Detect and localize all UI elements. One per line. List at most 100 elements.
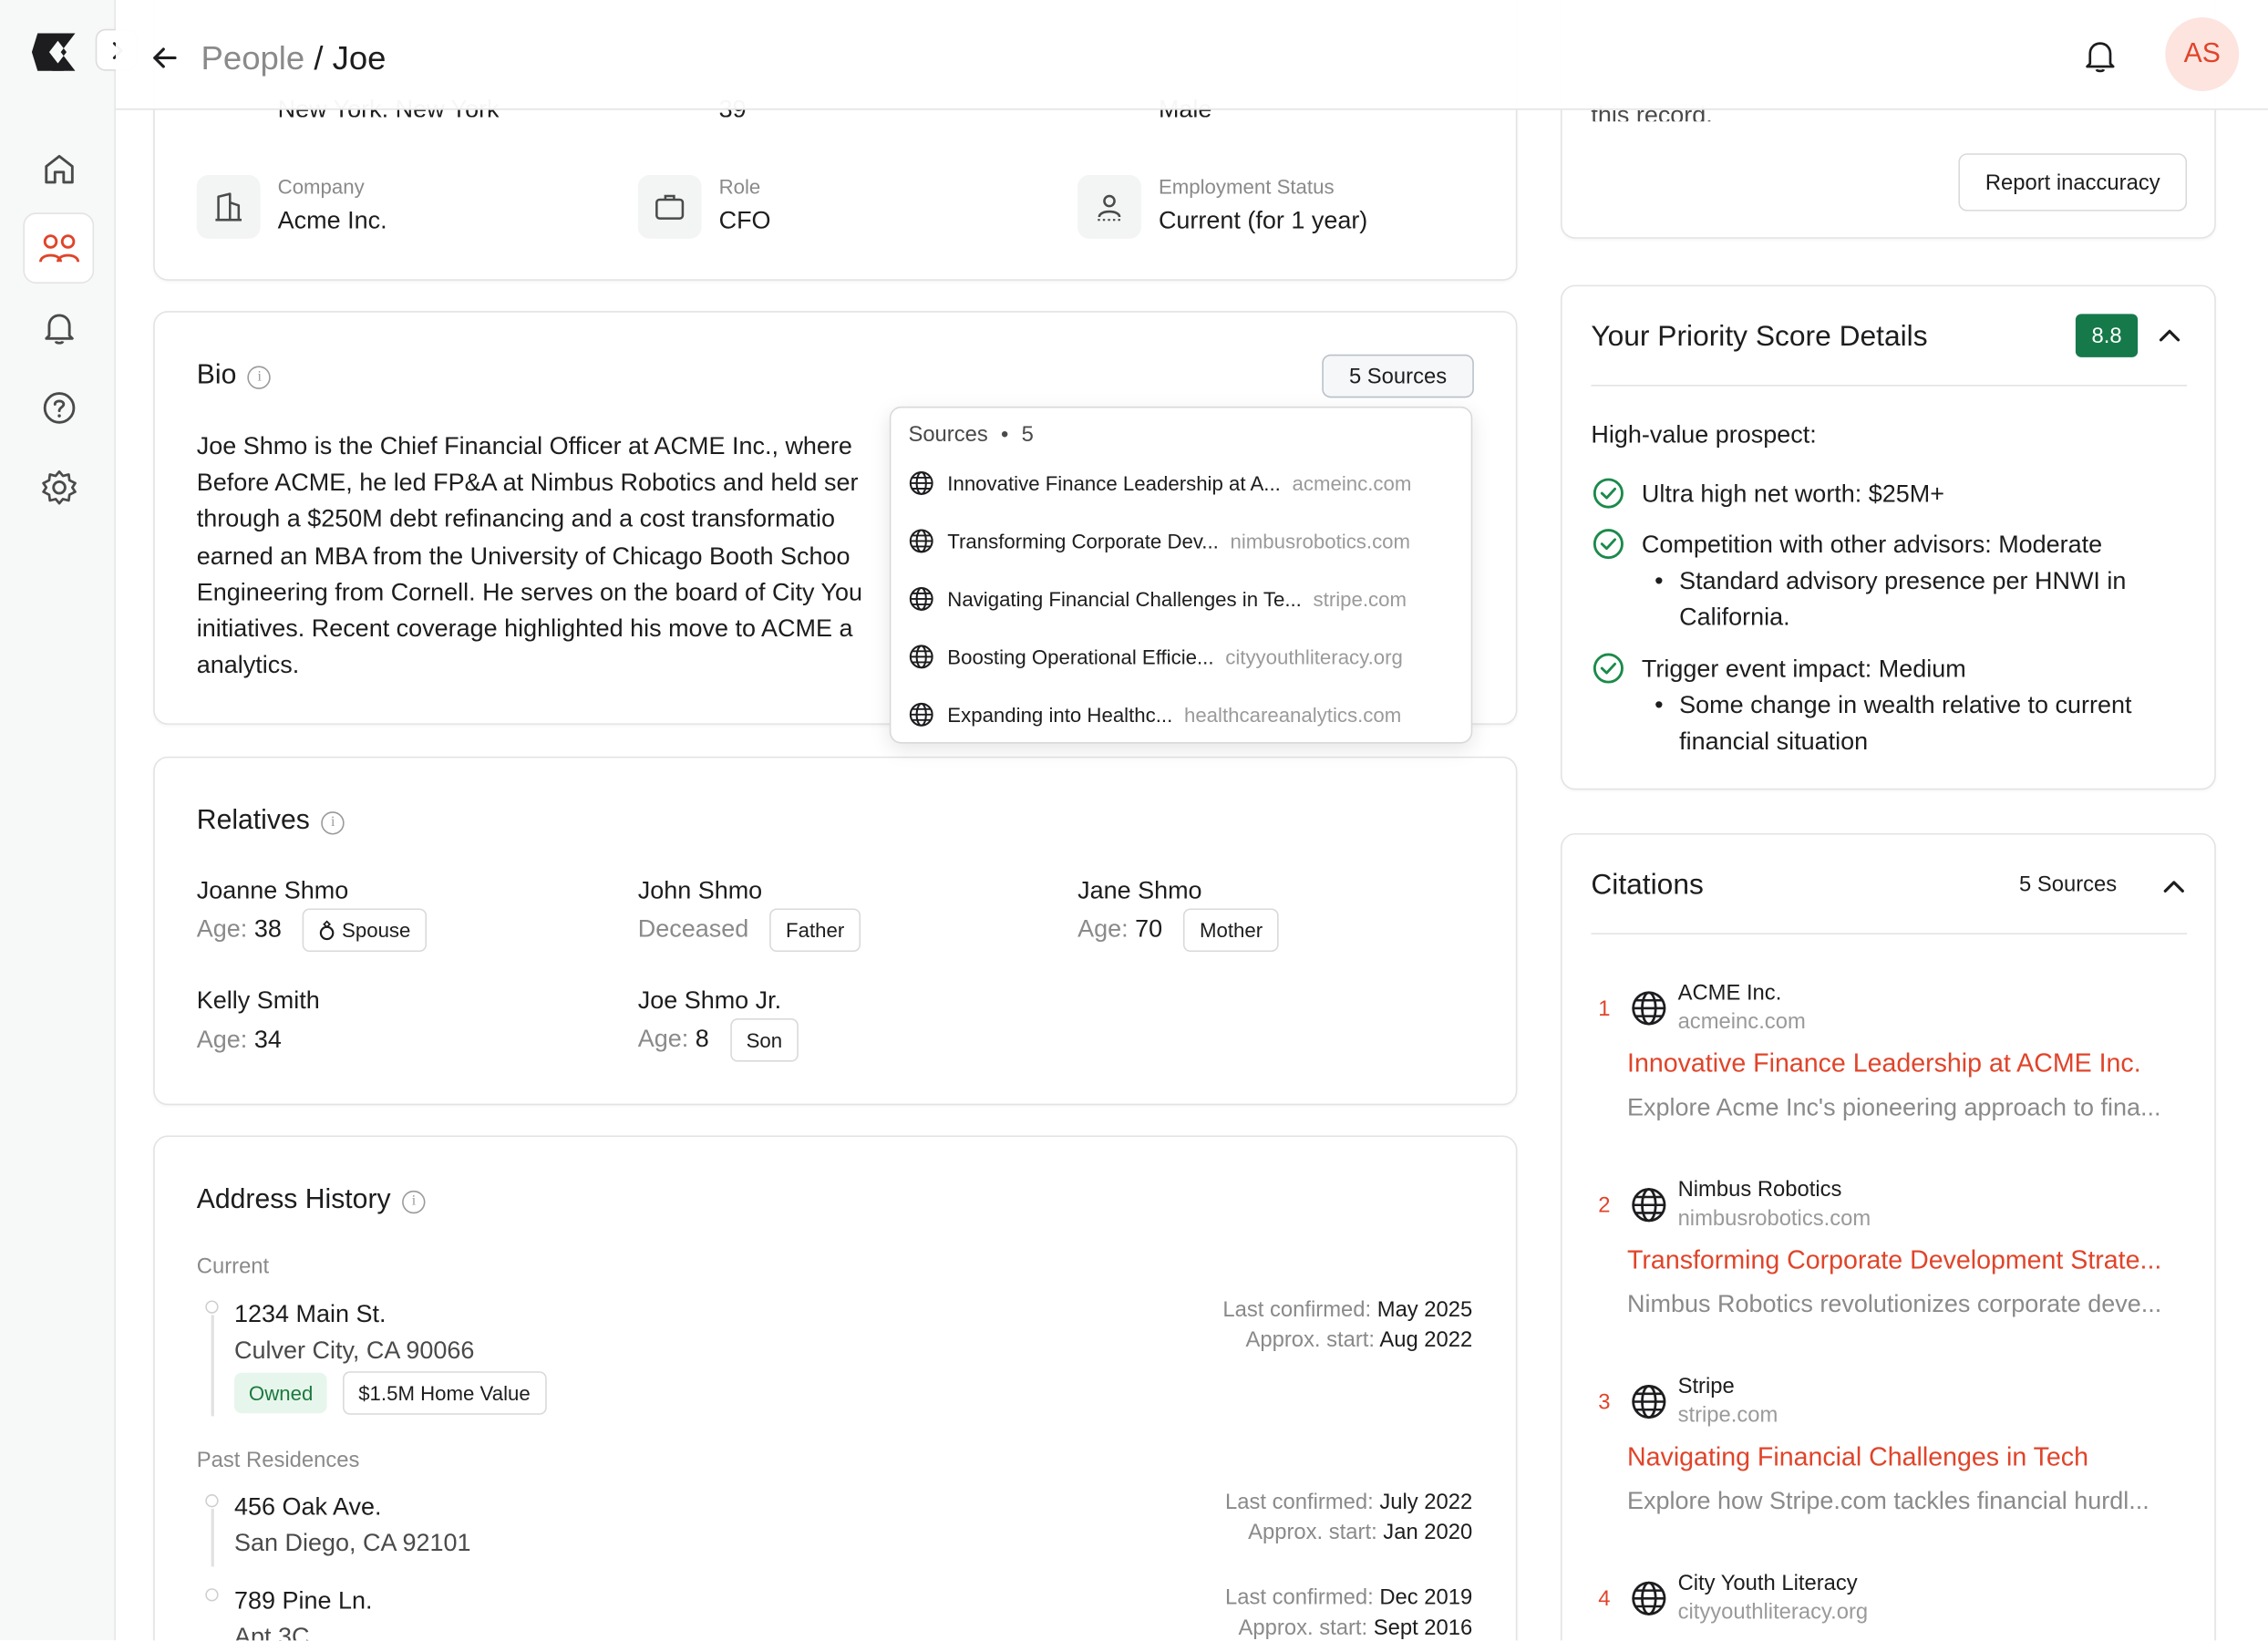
source-domain: cityyouthliteracy.org (1225, 645, 1403, 669)
globe-icon (1632, 1581, 1666, 1615)
info-icon[interactable]: i (402, 1190, 426, 1213)
citation-link[interactable]: Navigating Financial Challenges in Tech (1627, 1442, 2088, 1472)
breadcrumb-separator: / (304, 38, 333, 77)
source-title: Innovative Finance Leadership at A... (947, 471, 1281, 495)
source-item[interactable]: Boosting Operational Efficie... cityyouth… (908, 639, 1458, 674)
last-confirmed-value: May 2025 (1376, 1297, 1473, 1323)
priority-title: Your Priority Score Details (1591, 321, 1928, 354)
citation-link[interactable]: Innovative Finance Leadership at ACME In… (1627, 1048, 2141, 1079)
nav-help[interactable] (23, 372, 94, 443)
citation-number: 1 (1598, 996, 1611, 1022)
source-item[interactable]: Navigating Financial Challenges in Te...… (908, 582, 1458, 616)
relative-age: 34 (253, 1025, 282, 1054)
info-icon[interactable]: i (248, 366, 272, 389)
source-item[interactable]: Innovative Finance Leadership at A... acm… (908, 466, 1458, 501)
relative-status: Deceased (637, 914, 749, 943)
people-icon (38, 233, 79, 262)
relative-name[interactable]: Joe Shmo Jr. (638, 986, 781, 1016)
divider (1591, 385, 2188, 387)
address-meta: Last confirmed: July 2022 Approx. start:… (1225, 1490, 1472, 1544)
relative-name[interactable]: Jane Shmo (1077, 877, 1201, 906)
age-label: Age: (1077, 914, 1129, 943)
relative-details: Age: 8 Son (638, 1018, 799, 1062)
user-avatar[interactable]: AS (2165, 17, 2240, 91)
source-item[interactable]: Expanding into Healthc... healthcareanaly… (908, 697, 1458, 732)
employment-value: Current (for 1 year) (1158, 206, 1368, 235)
popover-header: Sources • 5 (908, 422, 1034, 448)
breadcrumb: People / Joe (201, 39, 387, 78)
popover-label: Sources (908, 422, 988, 448)
bell-icon[interactable] (2083, 37, 2118, 75)
globe-icon (1632, 1188, 1666, 1223)
priority-item: Competition with other advisors: Moderat… (1641, 531, 2103, 559)
priority-score-card: Your Priority Score Details 8.8 High-val… (1561, 284, 2216, 790)
address-line1: 789 Pine Ln. (234, 1586, 373, 1615)
home-value-chip: $1.5M Home Value (342, 1371, 547, 1415)
relative-details: Age: 34 (197, 1026, 282, 1055)
role-value: CFO (718, 206, 771, 235)
bullet-dot: • (1655, 566, 1664, 595)
citation-domain: cityyouthliteracy.org (1677, 1599, 1869, 1625)
bio-heading: Bio i (197, 360, 272, 392)
check-circle-icon (1593, 478, 1624, 509)
source-title: Boosting Operational Efficie... (947, 645, 1214, 669)
chevron-up-icon[interactable] (2158, 325, 2180, 346)
globe-icon (909, 471, 933, 495)
gear-icon (41, 470, 77, 504)
relatives-heading: Relatives i (197, 806, 345, 838)
relative-name[interactable]: Kelly Smith (197, 986, 320, 1016)
address-line1: 1234 Main St. (234, 1300, 387, 1328)
relative-age: 38 (253, 914, 282, 943)
nav-people[interactable] (23, 212, 95, 284)
last-confirmed-label: Last confirmed: (1222, 1297, 1372, 1323)
citation-description: Nimbus Robotics revolutionizes corporate… (1627, 1290, 2162, 1318)
citation-domain: acmeinc.com (1677, 1009, 1806, 1035)
relative-age: 8 (695, 1025, 709, 1053)
address-meta: Last confirmed: May 2025 Approx. start: … (1222, 1297, 1472, 1352)
nav-settings[interactable] (23, 451, 94, 522)
report-inaccuracy-button[interactable]: Report inaccuracy (1958, 153, 2188, 212)
citation-source-name: Nimbus Robotics (1677, 1177, 1842, 1202)
chevron-up-icon[interactable] (2162, 877, 2185, 897)
employment-icon-box (1077, 174, 1141, 239)
nav-home[interactable] (23, 133, 94, 204)
address-line2: San Diego, CA 92101 (234, 1529, 471, 1557)
source-domain: acmeinc.com (1292, 471, 1412, 495)
breadcrumb-current: Joe (332, 38, 387, 77)
home-icon (44, 154, 73, 183)
bell-icon (44, 313, 73, 344)
help-icon (42, 391, 75, 423)
priority-heading: High-value prospect: (1591, 420, 1817, 449)
citations-card: Citations 5 Sources 1 ACME Inc. acmeinc.… (1561, 832, 2216, 1641)
citation-link[interactable]: Transforming Corporate Development Strat… (1627, 1245, 2161, 1275)
relative-name[interactable]: Joanne Shmo (197, 877, 348, 906)
priority-item: Trigger event impact: Medium (1641, 655, 1966, 683)
bio-sources-button[interactable]: 5 Sources (1322, 354, 1474, 398)
bio-text: Joe Shmo is the Chief Financial Officer … (196, 432, 863, 679)
nav-notifications[interactable] (23, 293, 94, 364)
briefcase-icon (655, 194, 685, 220)
info-icon[interactable]: i (321, 810, 345, 835)
bio-title: Bio (196, 360, 237, 391)
relative-age: 70 (1135, 914, 1163, 943)
citations-count: 5 Sources (2019, 872, 2118, 897)
current-label: Current (196, 1254, 270, 1279)
timeline-dot (205, 1588, 219, 1602)
person-badge-icon (1098, 194, 1121, 222)
app-logo[interactable] (29, 27, 78, 77)
globe-icon (909, 529, 933, 553)
last-confirmed-value: July 2022 (1379, 1490, 1473, 1515)
breadcrumb-parent[interactable]: People (201, 39, 305, 77)
company-label: Company (277, 174, 365, 199)
citation-number: 3 (1598, 1389, 1611, 1415)
back-arrow-icon[interactable] (150, 44, 180, 73)
bullet-dot: • (1655, 691, 1664, 719)
citation-number: 2 (1598, 1193, 1611, 1219)
citation-source-name: Stripe (1677, 1374, 1735, 1399)
timeline-line (211, 1315, 214, 1417)
globe-icon (909, 645, 933, 669)
relative-name[interactable]: John Shmo (638, 877, 762, 906)
role-icon-box (637, 174, 702, 239)
source-title: Transforming Corporate Dev... (947, 529, 1219, 553)
source-item[interactable]: Transforming Corporate Dev... nimbusrobot… (908, 523, 1458, 558)
